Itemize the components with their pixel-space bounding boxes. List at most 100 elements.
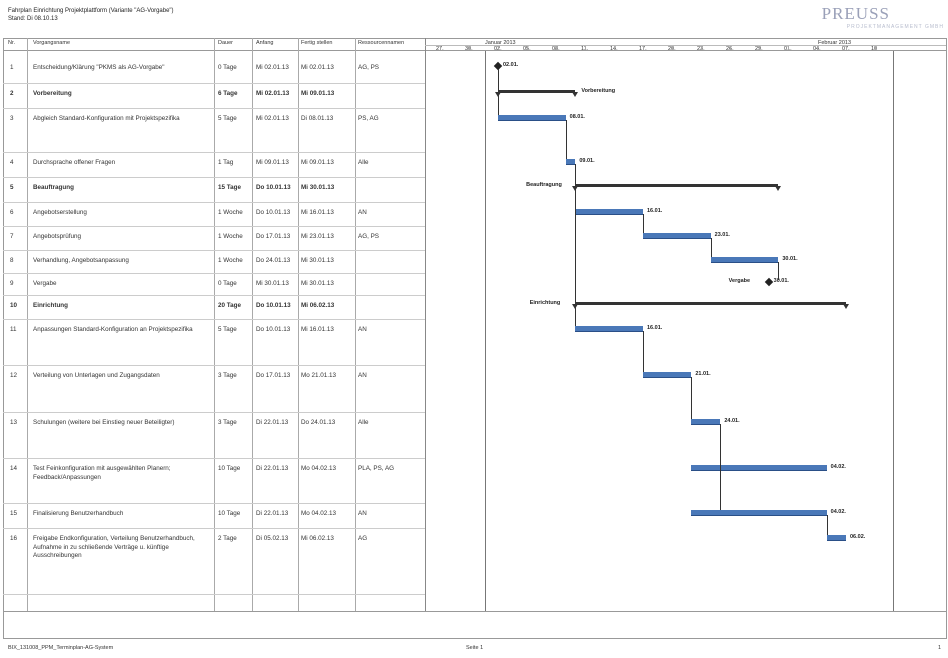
dependency-connector [720, 424, 721, 510]
cell-ressourcen: AN [358, 209, 367, 216]
task-bar [498, 115, 566, 121]
dependency-connector [691, 377, 692, 419]
cell-nr: 12 [10, 372, 18, 379]
task-bar [643, 233, 711, 239]
cell-fertig: Mi 23.01.13 [301, 233, 334, 240]
cell-nr: 10 [10, 302, 18, 309]
cell-dauer: 0 Tage [218, 280, 237, 287]
row-divider [3, 594, 425, 595]
reference-line [893, 51, 894, 611]
cell-anfang: Do 24.01.13 [256, 257, 291, 264]
cell-dauer: 20 Tage [218, 302, 241, 309]
cell-fertig: Mo 04.02.13 [301, 465, 337, 472]
cell-name: Freigabe Endkonfiguration, Verteilung Be… [33, 535, 195, 559]
summary-bar [575, 184, 779, 187]
summary-bar [498, 90, 576, 93]
cell-name: Verteilung von Unterlagen und Zugangsdat… [33, 372, 160, 379]
gantt-date-label: 06.02. [850, 534, 866, 540]
cell-ressourcen: AG, PS [358, 64, 379, 71]
footer-filename: BIX_131008_PPM_Terminplan-AG-System [8, 645, 114, 651]
summary-bar-cap [572, 92, 579, 97]
cell-ressourcen: AN [358, 326, 367, 333]
cell-fertig: Mi 06.02.13 [301, 302, 335, 309]
cell-fertig: Mi 30.01.13 [301, 257, 334, 264]
dependency-connector [711, 238, 712, 257]
cell-dauer: 5 Tage [218, 115, 237, 122]
cell-anfang: Do 17.01.13 [256, 233, 291, 240]
gantt-date-label: 30.01. [773, 278, 789, 284]
cell-name: Angebotserstellung [33, 209, 87, 216]
gantt-date-label: 09.01. [579, 158, 595, 164]
cell-anfang: Do 10.01.13 [256, 209, 291, 216]
cell-nr: 15 [10, 510, 18, 517]
cell-dauer: 10 Tage [218, 510, 241, 517]
task-bar [643, 372, 692, 378]
cell-name: Verhandlung, Angebotsanpassung [33, 257, 129, 264]
cell-nr: 11 [10, 326, 17, 333]
col-header-ressourcen: Ressourcennamen [358, 40, 405, 46]
today-line [485, 51, 486, 611]
company-logo-subtitle: PROJEKTMANAGEMENT GMBH [846, 24, 944, 30]
cell-name: Abgleich Standard-Konfiguration mit Proj… [33, 115, 180, 122]
cell-fertig: Di 08.01.13 [301, 115, 334, 122]
task-bar [826, 535, 846, 541]
gantt-date-label: 16.01. [647, 325, 663, 331]
cell-dauer: 1 Tag [218, 159, 234, 166]
cell-ressourcen: Alle [358, 419, 369, 426]
task-bar [691, 465, 827, 471]
cell-fertig: Mi 06.02.13 [301, 535, 334, 542]
task-bar [565, 159, 576, 165]
cell-anfang: Di 05.02.13 [256, 535, 289, 542]
cell-ressourcen: PS, AG [358, 115, 379, 122]
cell-anfang: Mi 09.01.13 [256, 159, 289, 166]
cell-anfang: Do 10.01.13 [256, 302, 291, 309]
task-bar [575, 326, 643, 332]
footer-page-number: 1 [938, 645, 942, 651]
cell-dauer: 5 Tage [218, 326, 237, 333]
dependency-connector [643, 331, 644, 372]
company-logo: PREUSS [821, 4, 890, 23]
col-header-dauer: Dauer [218, 40, 233, 46]
col-header-nr: Nr. [8, 40, 16, 46]
cell-name: Beauftragung [33, 184, 74, 191]
cell-dauer: 1 Woche [218, 233, 243, 240]
timeline-month-divider [425, 45, 946, 46]
document-title: Fahrplan Einrichtung Projektplattform (V… [8, 8, 174, 22]
gantt-date-label: 24.01. [724, 418, 740, 424]
cell-anfang: Mi 02.01.13 [256, 64, 289, 71]
cell-anfang: Di 22.01.13 [256, 419, 289, 426]
cell-dauer: 10 Tage [218, 465, 241, 472]
dependency-connector [827, 515, 828, 535]
cell-ressourcen: Alle [358, 159, 369, 166]
cell-ressourcen: AN [358, 510, 367, 517]
cell-dauer: 0 Tage [218, 64, 237, 71]
cell-fertig: Mi 09.01.13 [301, 159, 334, 166]
col-header-name: Vorgangsname [33, 40, 70, 46]
cell-nr: 8 [10, 257, 14, 264]
cell-nr: 2 [10, 90, 14, 97]
summary-bar-cap [843, 304, 849, 309]
dependency-connector [778, 262, 779, 280]
footer-page: Seite 1 [466, 645, 484, 651]
cell-fertig: Mo 21.01.13 [301, 372, 337, 379]
col-header-fertig: Fertig stellen [301, 40, 333, 46]
dependency-connector [575, 164, 576, 326]
cell-ressourcen: AG, PS [358, 233, 379, 240]
col-header-anfang: Anfang [256, 40, 274, 46]
cell-dauer: 3 Tage [218, 372, 237, 379]
cell-anfang: Di 22.01.13 [256, 510, 289, 517]
summary-bar-cap [775, 186, 782, 191]
cell-name: Test Feinkonfiguration mit ausgewählten … [33, 465, 171, 481]
cell-nr: 9 [10, 280, 14, 287]
gantt-date-label: 16.01. [647, 208, 663, 214]
gantt-date-label: 21.01. [695, 371, 711, 377]
cell-dauer: 1 Woche [218, 257, 243, 264]
cell-nr: 13 [10, 419, 18, 426]
cell-dauer: 1 Woche [218, 209, 243, 216]
gantt-summary-label: Beauftragung [526, 182, 562, 188]
cell-dauer: 15 Tage [218, 184, 241, 191]
gantt-date-label: 04.02. [830, 509, 846, 515]
cell-anfang: Mi 02.01.13 [256, 115, 289, 122]
cell-ressourcen: AG [358, 535, 368, 542]
cell-ressourcen: PLA, PS, AG [358, 465, 395, 472]
